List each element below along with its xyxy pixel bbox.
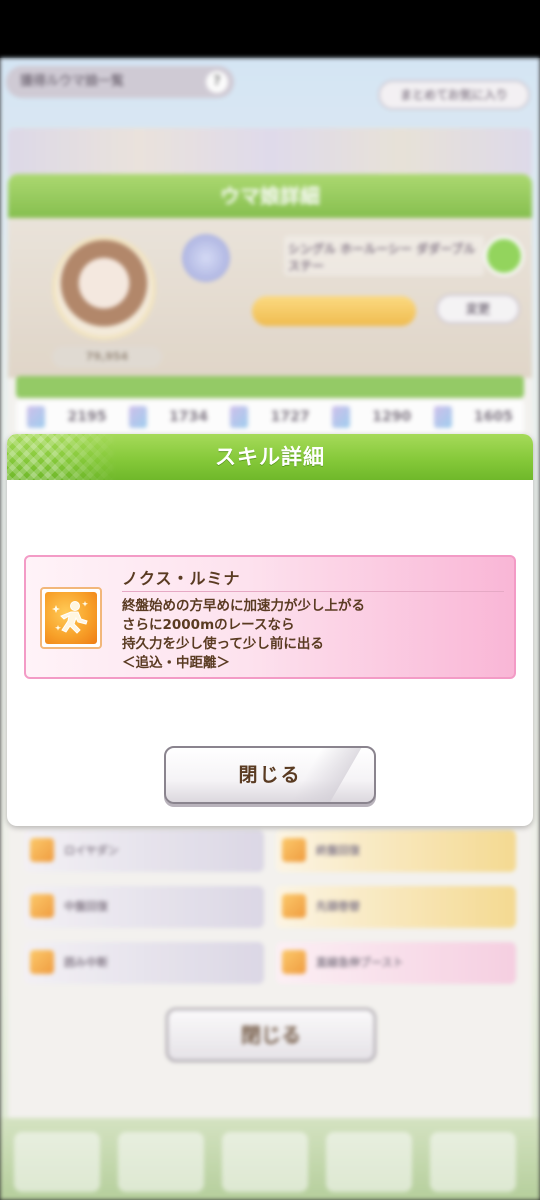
- close-button-label: 閉じる: [238, 764, 302, 786]
- skill-card: ノクス・ルミナ 終盤始めの方早めに加速力が少し上がる さらに2000mのレースな…: [24, 555, 516, 679]
- skill-description-line: さらに2000mのレースなら: [122, 617, 295, 633]
- running-figure-svg: [52, 601, 88, 634]
- skill-description-line: 持久力を少し使って少し前に出る: [122, 636, 324, 652]
- skill-description-line: ＜追込・中距離＞: [122, 655, 230, 671]
- skill-detail-dialog: スキル詳細 ノクス・ルミナ 終盤始めの方早めに加速力が少し上がる さらに2000…: [7, 434, 533, 826]
- status-bar: [0, 0, 540, 58]
- skill-divider: [122, 591, 504, 592]
- running-figure-icon: [45, 592, 97, 644]
- dialog-title: スキル詳細: [215, 445, 325, 469]
- dialog-header: スキル詳細: [7, 434, 533, 480]
- skill-icon-frame: [40, 587, 102, 649]
- close-button[interactable]: 閉じる: [164, 746, 376, 804]
- skill-description: 終盤始めの方早めに加速力が少し上がる さらに2000mのレースなら 持久力を少し…: [122, 597, 512, 673]
- skill-name: ノクス・ルミナ: [122, 569, 241, 588]
- skill-description-line: 終盤始めの方早めに加速力が少し上がる: [122, 598, 365, 614]
